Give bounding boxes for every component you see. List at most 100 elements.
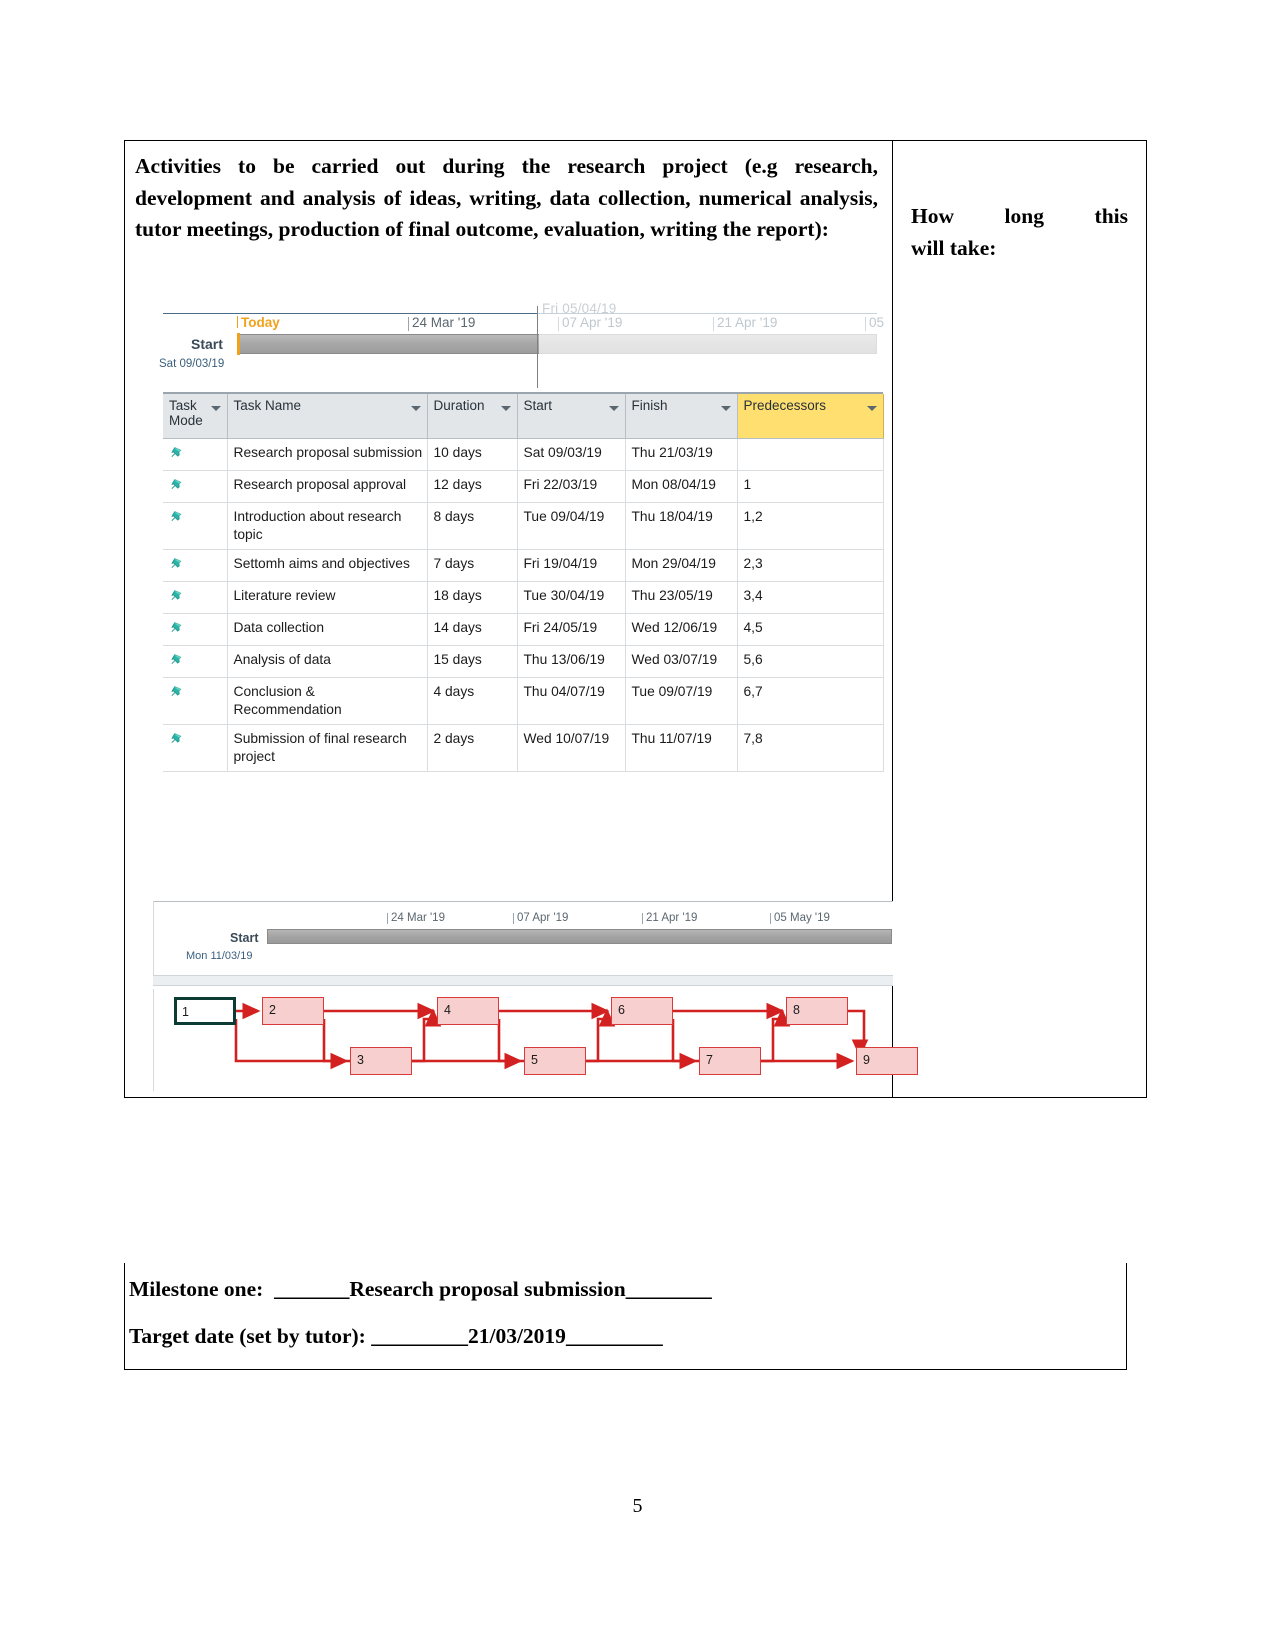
finish-cell[interactable]: Tue 09/07/19 bbox=[625, 677, 738, 725]
duration-cell[interactable]: 8 days bbox=[427, 502, 518, 550]
network-tick-label-1: 07 Apr '19 bbox=[517, 911, 569, 924]
column-header-task-mode[interactable]: Task Mode bbox=[163, 393, 228, 439]
table-row[interactable]: Research proposal submission 10 days Sat… bbox=[163, 438, 884, 471]
task-name-cell[interactable]: Analysis of data bbox=[227, 645, 428, 678]
duration-cell[interactable]: 4 days bbox=[427, 677, 518, 725]
network-node-6[interactable]: 6 bbox=[611, 996, 673, 1025]
finish-cell[interactable]: Wed 03/07/19 bbox=[625, 645, 738, 678]
column-header-finish[interactable]: Finish bbox=[625, 393, 738, 439]
task-mode-cell[interactable] bbox=[163, 502, 228, 550]
start-cell[interactable]: Fri 24/05/19 bbox=[517, 613, 626, 646]
timeline-pane-divider bbox=[537, 305, 538, 388]
network-node-8[interactable]: 8 bbox=[786, 996, 848, 1025]
start-cell[interactable]: Thu 13/06/19 bbox=[517, 645, 626, 678]
predecessors-cell[interactable]: 5,6 bbox=[737, 645, 884, 678]
filter-caret-down-icon[interactable] bbox=[866, 405, 877, 411]
table-row[interactable]: Analysis of data 15 days Thu 13/06/19 We… bbox=[163, 645, 884, 678]
predecessors-cell[interactable]: 3,4 bbox=[737, 581, 884, 614]
predecessors-cell[interactable]: 6,7 bbox=[737, 677, 884, 725]
column-label: Start bbox=[523, 397, 553, 413]
target-date-blank-right: _________ bbox=[565, 1324, 663, 1348]
network-node-3[interactable]: 3 bbox=[350, 1046, 412, 1075]
finish-cell[interactable]: Thu 11/07/19 bbox=[625, 724, 738, 772]
duration-cell[interactable]: 12 days bbox=[427, 470, 518, 503]
table-row[interactable]: Research proposal approval 12 days Fri 2… bbox=[163, 470, 884, 503]
timeline-tick-label-1: 07 Apr '19 bbox=[562, 314, 623, 330]
finish-cell[interactable]: Thu 23/05/19 bbox=[625, 581, 738, 614]
network-tick-label-3: 05 May '19 bbox=[774, 911, 830, 924]
column-header-start[interactable]: Start bbox=[517, 393, 626, 439]
start-cell[interactable]: Sat 09/03/19 bbox=[517, 438, 626, 471]
task-mode-cell[interactable] bbox=[163, 549, 228, 582]
task-mode-cell[interactable] bbox=[163, 470, 228, 503]
task-name-cell[interactable]: Submission of final research project bbox=[227, 724, 428, 772]
table-row[interactable]: Settomh aims and objectives 7 days Fri 1… bbox=[163, 549, 884, 582]
duration-cell[interactable]: 10 days bbox=[427, 438, 518, 471]
predecessors-cell[interactable]: 2,3 bbox=[737, 549, 884, 582]
table-row[interactable]: Conclusion & Recommendation 4 days Thu 0… bbox=[163, 677, 884, 725]
finish-cell[interactable]: Thu 18/04/19 bbox=[625, 502, 738, 550]
column-label: Task Mode bbox=[169, 397, 203, 428]
pushpin-icon bbox=[169, 508, 184, 524]
finish-cell[interactable]: Mon 08/04/19 bbox=[625, 470, 738, 503]
task-mode-cell[interactable] bbox=[163, 613, 228, 646]
filter-caret-down-icon[interactable] bbox=[720, 405, 731, 411]
start-cell[interactable]: Wed 10/07/19 bbox=[517, 724, 626, 772]
start-cell[interactable]: Fri 22/03/19 bbox=[517, 470, 626, 503]
network-tick-label-2: 21 Apr '19 bbox=[646, 911, 698, 924]
task-name-cell[interactable]: Research proposal submission bbox=[227, 438, 428, 471]
column-header-predecessors[interactable]: Predecessors bbox=[737, 393, 884, 439]
task-mode-cell[interactable] bbox=[163, 581, 228, 614]
predecessors-cell[interactable] bbox=[737, 438, 884, 471]
target-date-line: Target date (set by tutor): _________21/… bbox=[129, 1324, 1126, 1349]
start-cell[interactable]: Fri 19/04/19 bbox=[517, 549, 626, 582]
activities-cell: Activities to be carried out during the … bbox=[125, 141, 918, 1097]
task-name-cell[interactable]: Research proposal approval bbox=[227, 470, 428, 503]
network-node-4[interactable]: 4 bbox=[437, 996, 499, 1025]
predecessors-cell[interactable]: 4,5 bbox=[737, 613, 884, 646]
start-cell[interactable]: Tue 09/04/19 bbox=[517, 502, 626, 550]
predecessors-cell[interactable]: 1,2 bbox=[737, 502, 884, 550]
filter-caret-down-icon[interactable] bbox=[410, 405, 421, 411]
network-node-9[interactable]: 9 bbox=[856, 1046, 918, 1075]
finish-cell[interactable]: Mon 29/04/19 bbox=[625, 549, 738, 582]
task-mode-cell[interactable] bbox=[163, 724, 228, 772]
milestone-one-value: Research proposal submission bbox=[349, 1277, 626, 1301]
task-name-cell[interactable]: Introduction about research topic bbox=[227, 502, 428, 550]
column-header-duration[interactable]: Duration bbox=[427, 393, 518, 439]
filter-caret-down-icon[interactable] bbox=[210, 405, 221, 411]
finish-cell[interactable]: Wed 12/06/19 bbox=[625, 613, 738, 646]
network-node-2[interactable]: 2 bbox=[262, 996, 324, 1025]
start-cell[interactable]: Tue 30/04/19 bbox=[517, 581, 626, 614]
table-row[interactable]: Literature review 18 days Tue 30/04/19 T… bbox=[163, 581, 884, 614]
task-name-cell[interactable]: Literature review bbox=[227, 581, 428, 614]
filter-caret-down-icon[interactable] bbox=[608, 405, 619, 411]
predecessors-cell[interactable]: 7,8 bbox=[737, 724, 884, 772]
column-header-task-name[interactable]: Task Name bbox=[227, 393, 428, 439]
filter-caret-down-icon[interactable] bbox=[500, 405, 511, 411]
how-long-cell: How long this will take: bbox=[893, 141, 1146, 1097]
task-name-cell[interactable]: Settomh aims and objectives bbox=[227, 549, 428, 582]
duration-cell[interactable]: 2 days bbox=[427, 724, 518, 772]
network-node-7[interactable]: 7 bbox=[699, 1046, 761, 1075]
task-mode-cell[interactable] bbox=[163, 677, 228, 725]
table-row[interactable]: Submission of final research project 2 d… bbox=[163, 724, 884, 772]
table-row[interactable]: Introduction about research topic 8 days… bbox=[163, 502, 884, 550]
predecessors-cell[interactable]: 1 bbox=[737, 470, 884, 503]
timeline-start-date: Sat 09/03/19 bbox=[159, 357, 225, 370]
duration-cell[interactable]: 15 days bbox=[427, 645, 518, 678]
start-cell[interactable]: Thu 04/07/19 bbox=[517, 677, 626, 725]
task-name-cell[interactable]: Conclusion & Recommendation bbox=[227, 677, 428, 725]
task-mode-cell[interactable] bbox=[163, 645, 228, 678]
task-name-cell[interactable]: Data collection bbox=[227, 613, 428, 646]
network-tick bbox=[770, 912, 771, 924]
duration-cell[interactable]: 18 days bbox=[427, 581, 518, 614]
duration-cell[interactable]: 7 days bbox=[427, 549, 518, 582]
finish-cell[interactable]: Thu 21/03/19 bbox=[625, 438, 738, 471]
network-node-5[interactable]: 5 bbox=[524, 1046, 586, 1075]
duration-cell[interactable]: 14 days bbox=[427, 613, 518, 646]
table-row[interactable]: Data collection 14 days Fri 24/05/19 Wed… bbox=[163, 613, 884, 646]
network-node-1[interactable]: 1 bbox=[174, 996, 236, 1025]
task-mode-cell[interactable] bbox=[163, 438, 228, 471]
timeline-ghost-label: Fri 05/04/19 bbox=[542, 300, 617, 316]
